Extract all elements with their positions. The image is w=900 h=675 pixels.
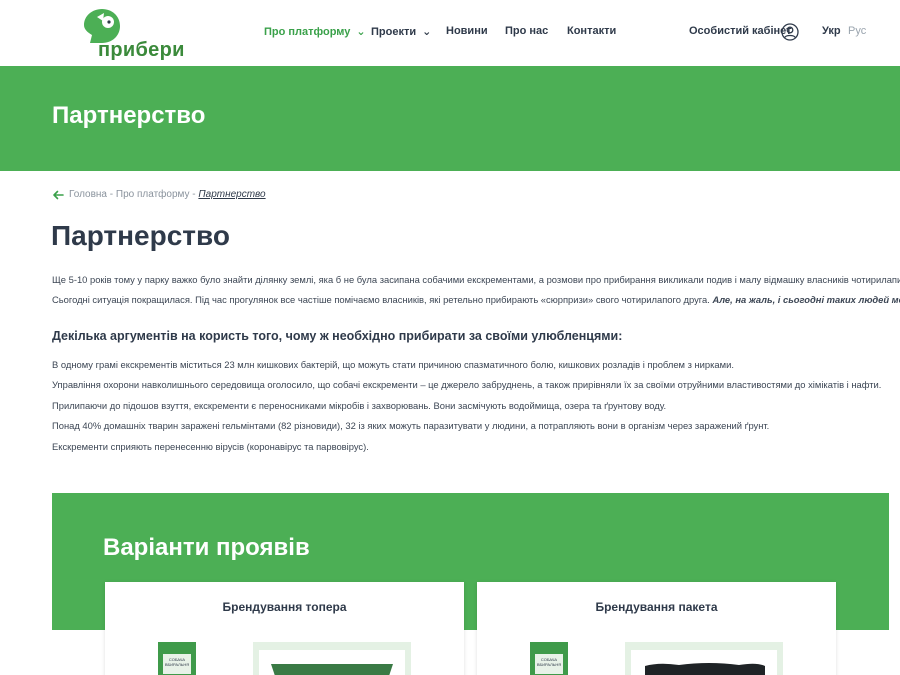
page-banner: Партнерство — [0, 66, 900, 171]
nav-item-contacts[interactable]: Контакти — [567, 25, 616, 37]
chevron-down-icon: ⌄ — [422, 26, 432, 38]
box-label: СОБАЧА ВБИРАЛЬНЯ — [163, 654, 191, 674]
argument-item: Понад 40% домашніх тварин заражені гельм… — [52, 420, 770, 431]
lang-switch-ukr[interactable]: Укр — [822, 25, 841, 37]
variants-title: Варіанти проявів — [103, 534, 310, 561]
nav-item-about-us[interactable]: Про нас — [505, 25, 548, 37]
nav-item-news[interactable]: Новини — [446, 25, 488, 37]
site-header: прибери Про платформу ⌄ Проекти ⌄ Новини П… — [0, 0, 900, 66]
back-arrow-icon[interactable] — [52, 189, 64, 201]
argument-item: Прилипаючи до підошов взуття, екскремент… — [52, 400, 667, 411]
page-title: Партнерство — [51, 220, 230, 251]
bag-preview-image — [625, 642, 783, 675]
dispenser-box-image: СОБАЧА ВБИРАЛЬНЯ — [158, 642, 196, 675]
nav-item-projects[interactable]: Проекти ⌄ — [371, 25, 431, 38]
variant-card-title: Брендування пакета — [595, 600, 718, 614]
nav-label: Про платформу — [264, 26, 351, 38]
breadcrumb-parent[interactable]: Про платформу — [116, 189, 190, 200]
breadcrumb-separator: - — [107, 189, 116, 200]
argument-item: В одному грамі екскрементів міститься 23… — [52, 359, 734, 370]
logo-wordmark: прибери — [98, 39, 185, 61]
intro-paragraph: Сьогодні ситуація покращилася. Під час п… — [52, 294, 900, 305]
dispenser-box-image: СОБАЧА ВБИРАЛЬНЯ — [530, 642, 568, 675]
bag-shape-icon — [645, 663, 765, 675]
toper-shape-icon — [271, 664, 393, 675]
argument-item: Управління охорони навколишнього середов… — [52, 379, 882, 390]
variant-card-toper[interactable]: Брендування топера СОБАЧА ВБИРАЛЬНЯ — [105, 582, 464, 675]
toper-preview-image — [253, 642, 411, 675]
box-label: СОБАЧА ВБИРАЛЬНЯ — [535, 654, 563, 674]
intro-text: Сьогодні ситуація покращилася. Під час п… — [52, 294, 710, 305]
chevron-down-icon: ⌄ — [356, 26, 366, 38]
variant-card-title: Брендування топера — [222, 600, 347, 614]
site-logo[interactable]: прибери — [82, 7, 184, 61]
argument-item: Екскременти сприяють перенесенню вірусів… — [52, 441, 369, 452]
breadcrumb: Головна - Про платформу - Партнерство — [69, 189, 266, 200]
nav-label: Проекти — [371, 26, 417, 38]
user-icon[interactable] — [781, 23, 799, 41]
breadcrumb-current[interactable]: Партнерство — [198, 189, 265, 200]
lang-switch-rus[interactable]: Рус — [848, 25, 866, 37]
intro-paragraph: Ще 5-10 років тому у парку важко було зн… — [52, 274, 900, 285]
variant-card-bag[interactable]: Брендування пакета СОБАЧА ВБИРАЛЬНЯ — [477, 582, 836, 675]
banner-title: Партнерство — [52, 102, 206, 129]
arguments-heading: Декілька аргументів на користь того, чом… — [52, 329, 623, 343]
nav-item-about-platform[interactable]: Про платформу ⌄ — [264, 25, 366, 38]
breadcrumb-home[interactable]: Головна — [69, 189, 107, 200]
personal-cabinet-link[interactable]: Особистий кабінет — [689, 25, 792, 37]
intro-emphasis: Але, на жаль, і сьогодні таких людей мен… — [712, 294, 900, 305]
